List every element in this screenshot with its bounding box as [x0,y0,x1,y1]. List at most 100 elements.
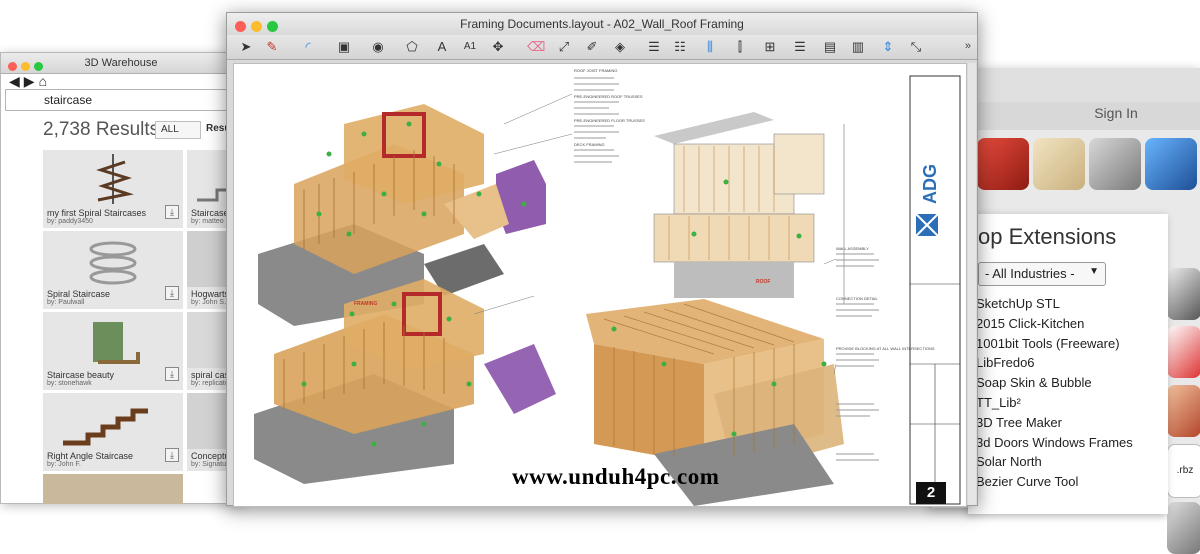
watermark-text: www.unduh4pc.com [512,464,720,489]
eraser-icon[interactable]: ⌫ [527,38,545,56]
result-card[interactable]: Spiral Staircase by: Paulwall ⤓ [43,231,183,309]
filter-value: ALL [161,124,179,135]
card-author: by: stonehawk [47,380,92,387]
roof-view-label: ROOF [756,279,771,285]
card-title: Staircase beauty [47,370,115,380]
spiral-staircase-thumb [96,154,134,204]
filter-select[interactable]: ALL [155,121,201,139]
home-icon[interactable]: ⌂ [39,73,47,89]
card-title: Right Angle Staircase [47,451,134,461]
sign-in-link[interactable]: Sign In [1051,105,1181,121]
result-card[interactable]: Right Angle Staircase by: John F. ⤓ [43,393,183,471]
wh-window-title: 3D Warehouse [84,57,158,69]
dropdown-arrow-icon: ▼ [1089,266,1099,277]
extension-link[interactable]: 3D Tree Maker [976,415,1133,435]
rbz-label: .rbz [1176,465,1194,476]
note-blocking: PROVIDE BLOCKING AT ALL WALL INTERSECTIO… [836,346,935,351]
page-number: 2 [916,482,946,504]
align-bottom-icon[interactable]: ⫿ [731,38,749,56]
space-evenly-icon[interactable]: ☰ [791,38,809,56]
red-cube-extension-icon[interactable] [977,138,1029,190]
download-icon[interactable]: ⤓ [165,448,179,462]
staircase-thumb [93,322,140,364]
layout-vertical-scrollbar[interactable] [968,63,976,505]
search-input[interactable]: staircase [5,89,231,111]
result-card[interactable]: Staircase beauty by: stonehawk ⤓ [43,312,183,390]
people-extension-icon[interactable] [1167,502,1200,554]
style-brush-icon[interactable]: ✐ [583,38,601,56]
layout-document-title: Framing Documents.layout - A02_Wall_Roof… [460,17,744,31]
card-author: by: matteo S [191,218,231,225]
select-arrow-icon[interactable]: ➤ [237,38,255,56]
rotate-icon[interactable]: ⤡ [907,38,925,56]
layout-toolbar: ➤ ✎ ◜ ▣ ◉ ⬠ A A1 ✥ ⌫ ⤢ ✐ ◈ ☰ ☷ ⫼ ⫿ ⊞ ☰ ▤… [227,35,977,60]
layout-page-canvas[interactable]: ROOF JOIST FRAMING PRE-ENGINEERED ROOF T… [233,63,967,507]
extension-link[interactable]: SketchUp STL [976,296,1133,316]
note-roof-trusses: PRE-ENGINEERED ROOF TRUSSES [574,94,643,99]
align-middle-icon[interactable]: ⊞ [761,38,779,56]
card-title: Spiral Staircase [47,289,111,299]
back-arrow-icon[interactable]: ◀ [9,73,20,89]
polygon-icon[interactable]: ⬠ [403,38,421,56]
dimension-icon[interactable]: ✥ [489,38,507,56]
extension-link[interactable]: Bezier Curve Tool [976,474,1133,494]
industry-filter-value: - All Industries - [985,266,1075,281]
paint-bucket-icon[interactable]: ◈ [611,38,629,56]
arc-icon[interactable]: ◜ [299,38,317,56]
ungroup-icon[interactable]: ▥ [849,38,867,56]
label-icon[interactable]: A1 [461,38,479,56]
extension-link[interactable]: Soap Skin & Bubble [976,375,1133,395]
extension-link[interactable]: 3d Doors Windows Frames [976,435,1133,455]
circle-icon[interactable]: ◉ [369,38,387,56]
toolbar-overflow-button[interactable]: » [965,40,971,52]
align-center-icon[interactable]: ☷ [671,38,689,56]
result-card[interactable]: my first Spiral Staircases by: paddy3450… [43,150,183,228]
text-icon[interactable]: A [433,38,451,56]
extension-link[interactable]: 2015 Click-Kitchen [976,316,1133,336]
card-author: by: John S. [191,299,227,306]
card-title: Staircase [191,208,229,218]
results-count: 2,738 Results [43,119,160,140]
note-deck-framing: DECK FRAMING [574,142,605,147]
industry-filter-select[interactable]: - All Industries - ▼ [978,262,1106,286]
extension-link[interactable]: 1001bit Tools (Freeware) [976,336,1133,356]
company-name: ADG [920,164,940,204]
grid-plane-extension-icon[interactable] [1033,138,1085,190]
chess-extension-icon[interactable] [1167,268,1200,320]
terrain-extension-icon[interactable] [1167,385,1200,437]
extension-link[interactable]: TT_Lib² [976,395,1133,415]
wh-titlebar: 3D Warehouse [1,53,241,74]
road-extension-icon[interactable] [1089,138,1141,190]
spiral-staircase-thumb [89,241,137,285]
framing-drawing [254,75,961,506]
3d-warehouse-window: 3D Warehouse ◀ ▶ ⌂ staircase 2,738 Results… [0,52,327,504]
elevation-view [653,112,845,304]
forward-arrow-icon[interactable]: ▶ [24,73,35,89]
card-author: by: Paulwall [47,299,85,306]
extension-link[interactable]: LibFredo6 [976,355,1133,375]
download-icon[interactable]: ⤓ [165,205,179,219]
card-author: by: paddy3450 [47,218,93,225]
card-author: by: John F. [47,461,81,468]
pencil-icon[interactable]: ✎ [263,38,281,56]
group-icon[interactable]: ▤ [821,38,839,56]
download-icon[interactable]: ⤓ [165,367,179,381]
search-value: staircase [44,93,93,107]
rocket-extension-icon[interactable] [1167,326,1200,378]
layout-titlebar: Framing Documents.layout - A02_Wall_Roof… [227,13,977,35]
extension-link[interactable]: Solar North [976,454,1133,474]
distribute-icon[interactable]: ⫼ [701,38,719,56]
rbz-file-icon[interactable]: .rbz [1167,444,1200,498]
eyedropper-icon[interactable]: ⤢ [555,38,573,56]
rectangle-icon[interactable]: ▣ [335,38,353,56]
download-icon[interactable]: ⤓ [165,286,179,300]
top-extensions-title: op Extensions [978,224,1117,249]
align-left-icon[interactable]: ☰ [645,38,663,56]
blue-cube-extension-icon[interactable] [1145,138,1197,190]
top-extensions-panel: op Extensions - All Industries - ▼ Sketc… [968,214,1168,514]
flip-icon[interactable]: ⇕ [879,38,897,56]
staircase-thumb [63,408,148,446]
extensions-list: SketchUp STL 2015 Click-Kitchen 1001bit … [976,296,1133,494]
note-connection: CONNECTION DETAIL [836,296,878,301]
note-wall-assembly: WALL ASSEMBLY [836,246,869,251]
